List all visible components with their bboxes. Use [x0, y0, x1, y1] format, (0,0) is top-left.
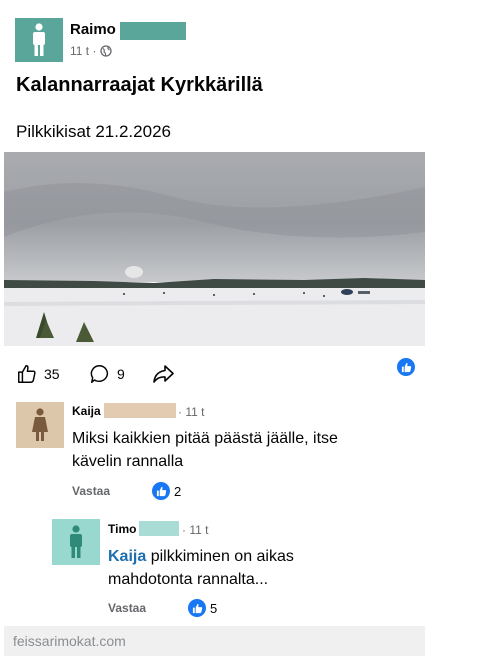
frozen-lake-photo	[4, 152, 425, 346]
redacted-surname	[120, 22, 186, 40]
person-icon	[70, 525, 82, 558]
reply-button[interactable]: Vastaa	[72, 484, 110, 498]
redacted-surname	[104, 403, 176, 418]
post-subtitle: Pilkkikisat 21.2.2026	[16, 122, 171, 141]
comment-bubble-icon	[90, 365, 109, 383]
comment-like-badge[interactable]	[152, 482, 170, 500]
post-photo[interactable]	[4, 152, 425, 346]
post-author-name[interactable]: Raimo	[70, 21, 116, 38]
thumbs-up-icon	[401, 362, 411, 372]
redacted-surname	[139, 521, 179, 536]
post-meta: 11 t ·	[70, 44, 113, 58]
thumbs-up-icon	[156, 486, 166, 496]
comment-text: Miksi kaikkien pitää päästä jäälle, itse…	[72, 430, 338, 470]
thumbs-up-icon	[192, 603, 202, 613]
share-button[interactable]	[151, 363, 175, 385]
comment-like-count: 5	[210, 601, 218, 616]
share-arrow-icon	[153, 365, 174, 383]
mention-link[interactable]: Kaija	[108, 548, 146, 565]
post-author-avatar[interactable]	[15, 18, 63, 62]
comment-button[interactable]: 9	[89, 363, 125, 385]
comment-count: 9	[117, 366, 125, 382]
thumbs-up-icon	[18, 365, 36, 383]
comment-like-count: 2	[174, 484, 182, 499]
person-icon	[33, 23, 45, 56]
comment-author[interactable]: Timo	[108, 522, 136, 536]
watermark-bar: feissarimokat.com	[4, 626, 425, 656]
comment-author[interactable]: Kaija	[72, 404, 101, 418]
reply-button[interactable]: Vastaa	[108, 601, 146, 615]
like-count: 35	[44, 366, 60, 382]
like-button[interactable]: 35	[16, 363, 60, 385]
post-time: 11 t ·	[70, 44, 97, 58]
comment-time: · 11 t	[182, 523, 209, 537]
comment-text: Kaija pilkkiminen on aikas mahdotonta ra…	[108, 545, 348, 591]
post-title: Kalannarraajat Kyrkkärillä	[16, 74, 263, 96]
reaction-like-badge[interactable]	[397, 358, 415, 376]
comment-avatar-timo[interactable]	[52, 519, 100, 565]
comment-time: · 11 t	[178, 405, 205, 419]
person-icon	[32, 408, 48, 441]
watermark-text: feissarimokat.com	[13, 633, 126, 649]
globe-icon	[100, 45, 113, 57]
comment-like-badge[interactable]	[188, 599, 206, 617]
comment-avatar-kaija[interactable]	[16, 402, 64, 448]
